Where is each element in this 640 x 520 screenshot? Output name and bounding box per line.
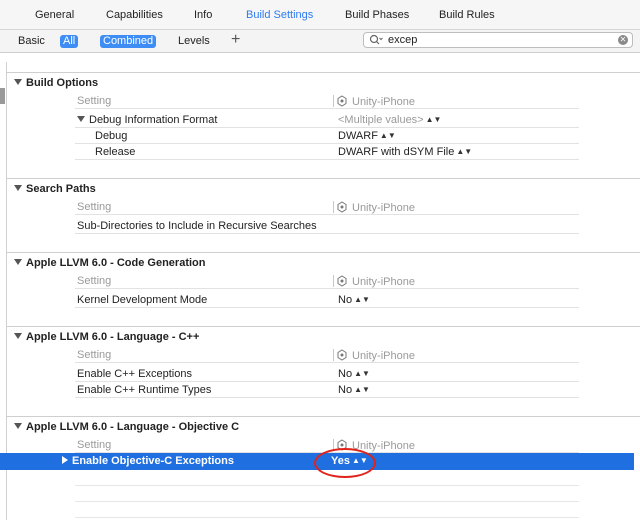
setting-row-subdirectories[interactable]: Sub-Directories to Include in Recursive …	[75, 218, 579, 234]
disclosure-triangle-icon[interactable]	[14, 259, 22, 265]
target-column-label: Unity-iPhone	[337, 95, 415, 108]
setting-row-release[interactable]: Release DWARF with dSYM File ▲▼	[75, 144, 579, 160]
disclosure-triangle-icon[interactable]	[14, 79, 22, 85]
setting-label: Enable C++ Runtime Types	[77, 384, 212, 396]
setting-value[interactable]: No ▲▼	[338, 384, 370, 396]
target-column-label: Unity-iPhone	[337, 275, 415, 288]
disclosure-triangle-icon[interactable]	[14, 423, 22, 429]
all-filter-button[interactable]: All	[60, 35, 79, 48]
setting-column-label: Setting	[77, 275, 112, 287]
setting-column-label: Setting	[77, 201, 112, 213]
setting-label: Debug	[95, 130, 128, 142]
left-edge-marker	[0, 88, 5, 104]
section-divider	[7, 326, 640, 327]
disclosure-triangle-icon[interactable]	[62, 456, 68, 464]
setting-row-cpp-rtti[interactable]: Enable C++ Runtime Types No ▲▼	[75, 382, 579, 398]
tab-build-settings[interactable]: Build Settings	[246, 9, 313, 21]
popup-stepper-icon: ▲▼	[354, 385, 370, 394]
unity-target-icon	[337, 275, 347, 287]
disclosure-triangle-icon[interactable]	[77, 116, 85, 122]
popup-stepper-icon: ▲▼	[456, 147, 473, 156]
setting-row-cpp-exceptions[interactable]: Enable C++ Exceptions No ▲▼	[75, 366, 579, 382]
setting-value[interactable]: No ▲▼	[338, 294, 370, 306]
section-header-search-paths[interactable]: Search Paths	[14, 183, 96, 195]
tab-general[interactable]: General	[35, 9, 74, 21]
setting-column-label: Setting	[77, 349, 112, 361]
column-header-row: Setting Unity-iPhone	[75, 93, 579, 109]
setting-label: Enable C++ Exceptions	[77, 368, 192, 380]
clear-search-icon[interactable]: ✕	[618, 35, 628, 45]
unity-target-icon	[337, 349, 347, 361]
setting-column-label: Setting	[77, 95, 112, 107]
section-divider	[7, 178, 640, 179]
target-column-label: Unity-iPhone	[337, 201, 415, 214]
column-header-row: Setting Unity-iPhone	[75, 199, 579, 215]
search-input[interactable]	[388, 34, 608, 46]
empty-row-divider	[75, 485, 579, 486]
section-header-build-options[interactable]: Build Options	[14, 77, 98, 89]
empty-row-divider	[75, 501, 579, 502]
column-divider	[333, 95, 334, 107]
unity-target-icon	[337, 201, 347, 213]
unity-target-icon	[337, 95, 347, 107]
setting-label: Debug Information Format	[77, 114, 217, 126]
setting-row-kernel-mode[interactable]: Kernel Development Mode No ▲▼	[75, 292, 579, 308]
popup-stepper-icon: ▲▼	[354, 295, 370, 304]
setting-label: Enable Objective-C Exceptions	[62, 455, 234, 467]
tab-info[interactable]: Info	[194, 9, 212, 21]
tab-capabilities[interactable]: Capabilities	[106, 9, 163, 21]
section-divider	[7, 252, 640, 253]
column-divider	[333, 275, 334, 287]
setting-value[interactable]: DWARF with dSYM File ▲▼	[338, 146, 472, 158]
column-divider	[333, 349, 334, 361]
setting-label: Release	[95, 146, 136, 158]
setting-value[interactable]: DWARF ▲▼	[338, 130, 396, 142]
add-setting-button[interactable]: +	[231, 32, 240, 48]
popup-stepper-icon: ▲▼	[354, 369, 370, 378]
combined-filter-button[interactable]: Combined	[100, 35, 157, 48]
setting-value[interactable]: No ▲▼	[338, 368, 370, 380]
search-field[interactable]: ✕	[363, 32, 633, 48]
column-divider	[333, 201, 334, 213]
column-header-row: Setting Unity-iPhone	[75, 347, 579, 363]
popup-stepper-icon: ▲▼	[379, 131, 396, 140]
section-divider	[7, 72, 640, 73]
search-icon	[369, 34, 383, 45]
section-header-objective-c[interactable]: Apple LLVM 6.0 - Language - Objective C	[14, 421, 239, 433]
column-header-row: Setting Unity-iPhone	[75, 273, 579, 289]
section-header-cpp[interactable]: Apple LLVM 6.0 - Language - C++	[14, 331, 199, 343]
editor-tab-bar: General Capabilities Info Build Settings…	[0, 0, 640, 30]
setting-row-debug-format[interactable]: Debug Information Format <Multiple value…	[75, 112, 579, 128]
levels-filter-button[interactable]: Levels	[175, 35, 213, 48]
section-header-code-generation[interactable]: Apple LLVM 6.0 - Code Generation	[14, 257, 205, 269]
section-divider	[7, 416, 640, 417]
tab-build-phases[interactable]: Build Phases	[345, 9, 409, 21]
setting-row-debug[interactable]: Debug DWARF ▲▼	[75, 128, 579, 144]
setting-label: Kernel Development Mode	[77, 294, 208, 306]
setting-label: Sub-Directories to Include in Recursive …	[77, 220, 317, 232]
setting-value[interactable]: <Multiple values> ▲▼	[338, 114, 441, 126]
popup-stepper-icon: ▲▼	[425, 115, 442, 124]
basic-filter-button[interactable]: Basic	[15, 35, 48, 48]
target-column-label: Unity-iPhone	[337, 349, 415, 362]
disclosure-triangle-icon[interactable]	[14, 333, 22, 339]
disclosure-triangle-icon[interactable]	[14, 185, 22, 191]
red-annotation-circle	[314, 448, 376, 478]
setting-column-label: Setting	[77, 439, 112, 451]
tab-build-rules[interactable]: Build Rules	[439, 9, 495, 21]
empty-row-divider	[75, 517, 579, 518]
